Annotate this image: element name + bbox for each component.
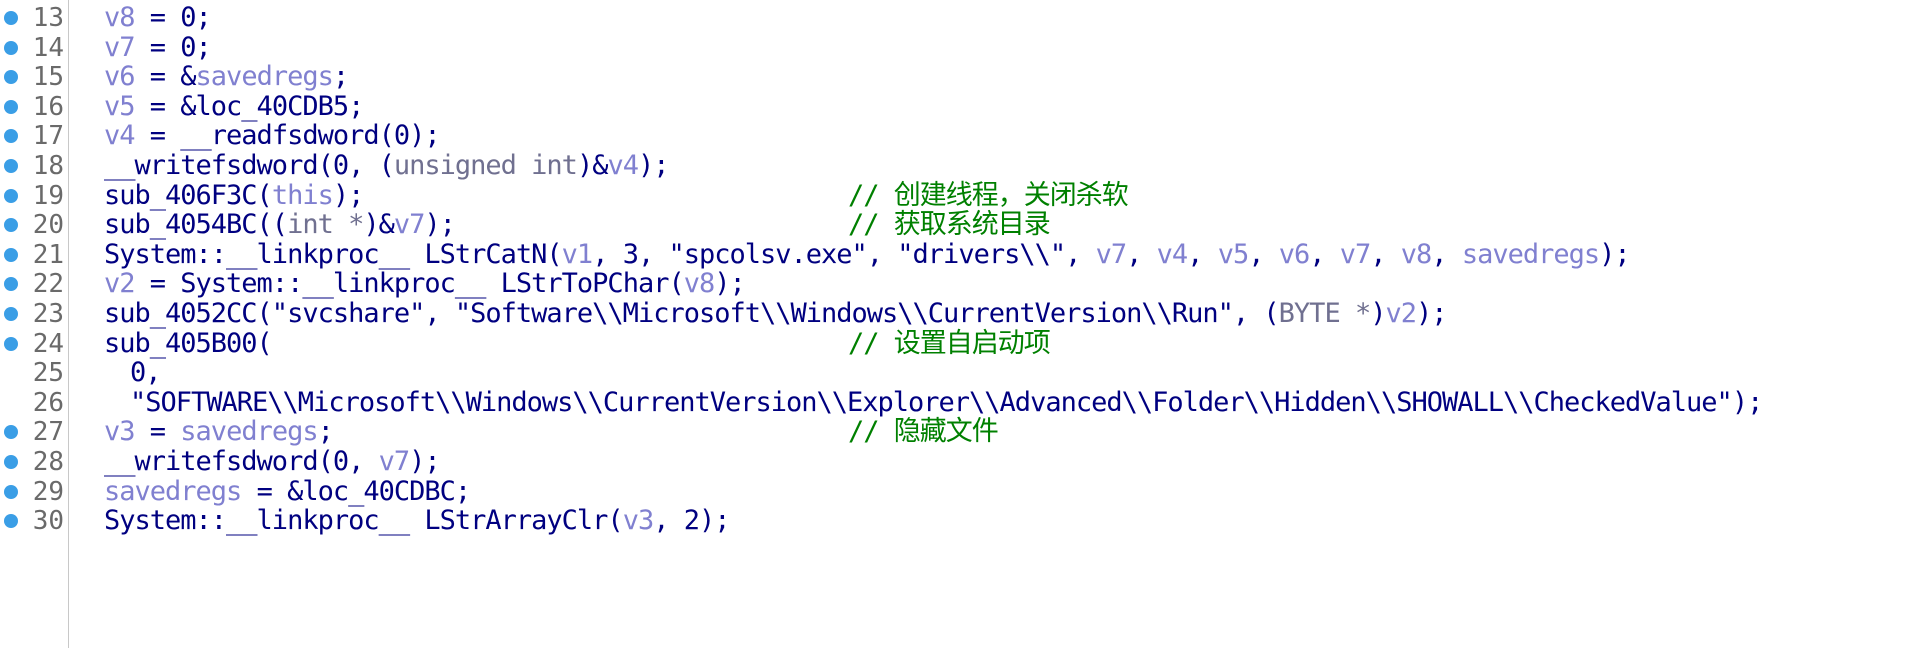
- code-token: ;: [317, 416, 334, 448]
- variable-token: v1: [561, 238, 594, 270]
- code-token: ;: [332, 61, 349, 93]
- code-token: );: [409, 446, 441, 477]
- code-token: = System::__linkproc__ LStrToPChar(: [134, 268, 685, 300]
- code-token: = &loc_40CDB5;: [134, 90, 365, 122]
- code-token: , 2);: [653, 505, 730, 537]
- code-token: ,: [1126, 238, 1157, 270]
- code-token: ,: [1309, 238, 1340, 270]
- code-text: System::__linkproc__ LStrArrayClr(v3, 2)…: [104, 503, 730, 539]
- code-token: )&: [576, 150, 609, 181]
- code-token: __writefsdword(0, (: [104, 150, 395, 181]
- breakpoint-dot-icon[interactable]: [4, 484, 18, 499]
- variable-token: savedregs: [195, 61, 334, 93]
- variable-token: v8: [1400, 238, 1433, 270]
- breakpoint-dot-icon[interactable]: [4, 70, 18, 85]
- breakpoint-dot-icon[interactable]: [4, 11, 18, 25]
- breakpoint-dot-icon[interactable]: [4, 514, 18, 529]
- code-editor[interactable]: 13 v8 = 0; 14 v7 = 0; 15 v6 = &savedregs; 16 v5…: [0, 0, 1909, 648]
- code-token: ): [1370, 298, 1386, 329]
- breakpoint-dot-icon[interactable]: [4, 425, 18, 440]
- code-token: 0,: [130, 357, 162, 389]
- type-token: unsigned int: [393, 150, 578, 181]
- line-number: 30: [32, 506, 64, 537]
- code-token: );: [714, 268, 746, 300]
- code-token: ,: [1370, 238, 1401, 270]
- variable-token: v4: [607, 150, 639, 181]
- type-token: BYTE *: [1278, 298, 1372, 329]
- variable-token: v2: [1385, 298, 1417, 329]
- variable-token: savedregs: [1461, 238, 1600, 270]
- variable-token: v6: [1278, 238, 1311, 270]
- code-token: );: [1599, 238, 1631, 270]
- code-token: sub_4054BC((: [104, 209, 288, 241]
- code-token: ,: [1248, 238, 1279, 270]
- code-token: System::__linkproc__ LStrArrayClr(: [104, 505, 624, 537]
- variable-token: v3: [104, 416, 136, 448]
- variable-token: v4: [1156, 238, 1189, 270]
- code-token: = 0;: [134, 2, 212, 33]
- variable-token: v2: [104, 268, 136, 300]
- variable-token: this: [271, 179, 334, 211]
- code-token: sub_406F3C(: [104, 179, 273, 211]
- variable-token: savedregs: [180, 416, 318, 448]
- variable-token: v3: [622, 505, 655, 537]
- variable-token: v7: [378, 446, 411, 477]
- code-token: );: [424, 209, 456, 241]
- variable-token: v5: [104, 90, 136, 122]
- code-token: = __readfsdword(0);: [134, 120, 441, 152]
- code-line[interactable]: 30 System::__linkproc__ LStrArrayClr(v3, …: [0, 503, 1909, 539]
- variable-token: v7: [104, 31, 136, 63]
- code-token: , 3, "spcolsv.exe", "drivers\\",: [592, 238, 1096, 270]
- code-token: = 0;: [134, 31, 212, 63]
- code-token: );: [332, 179, 365, 211]
- variable-token: v4: [104, 120, 136, 152]
- variable-token: v7: [1095, 238, 1128, 270]
- variable-token: v8: [104, 2, 136, 33]
- breakpoint-dot-icon[interactable]: [4, 336, 18, 351]
- breakpoint-dot-icon[interactable]: [4, 40, 18, 55]
- breakpoint-dot-icon[interactable]: [4, 247, 18, 262]
- breakpoint-dot-icon[interactable]: [4, 277, 18, 292]
- breakpoint-dot-icon[interactable]: [4, 159, 18, 173]
- type-token: int *: [287, 209, 364, 241]
- variable-token: v8: [683, 268, 716, 300]
- breakpoint-dot-icon[interactable]: [4, 218, 18, 233]
- code-token: System::__linkproc__ LStrCatN(: [104, 238, 563, 270]
- variable-token: v7: [1339, 238, 1372, 270]
- code-token: __writefsdword(0,: [104, 446, 379, 477]
- code-token: sub_4052CC("svcshare", "Software\\Micros…: [104, 298, 1280, 329]
- code-token: )&: [363, 209, 395, 241]
- code-token: );: [1416, 298, 1448, 329]
- code-token: ,: [1431, 238, 1462, 270]
- breakpoint-dot-icon[interactable]: [4, 188, 18, 203]
- code-token: );: [637, 150, 670, 181]
- breakpoint-dot-icon[interactable]: [4, 307, 18, 321]
- breakpoint-dot-icon[interactable]: [4, 129, 18, 144]
- code-token: =: [134, 416, 181, 448]
- code-token: ,: [1187, 238, 1218, 270]
- breakpoint-dot-icon[interactable]: [4, 99, 18, 114]
- code-token: = &loc_40CDBC;: [241, 475, 472, 507]
- code-token: sub_405B00(: [104, 327, 273, 359]
- breakpoint-dot-icon[interactable]: [4, 455, 18, 469]
- variable-token: v5: [1217, 238, 1250, 270]
- code-token: = &: [134, 61, 197, 93]
- code-token: "SOFTWARE\\Microsoft\\Windows\\CurrentVe…: [130, 386, 1763, 418]
- variable-token: v6: [104, 61, 136, 93]
- variable-token: v7: [393, 209, 426, 241]
- variable-token: savedregs: [104, 475, 242, 507]
